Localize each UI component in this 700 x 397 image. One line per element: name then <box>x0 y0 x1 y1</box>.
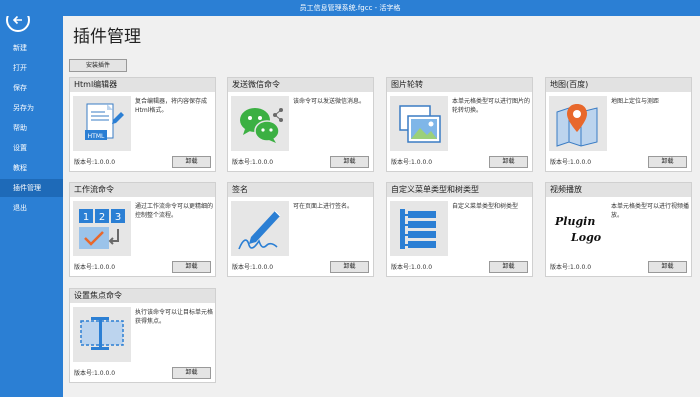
sidebar-item-exit[interactable]: 退出 <box>0 199 63 217</box>
plugin-version: 版本号:1.0.0.0 <box>74 370 116 377</box>
plugin-description: 可在页面上进行签名。 <box>293 203 354 210</box>
plugin-card-signature: 签名 可在页面上进行签名。 版本号:1.0.0.0 卸载 <box>227 182 374 277</box>
sidebar-item-tutorial[interactable]: 教程 <box>0 159 63 177</box>
wechat-icon <box>240 107 283 143</box>
sidebar-item-save[interactable]: 保存 <box>0 79 63 97</box>
plugin-version: 版本号:1.0.0.0 <box>550 264 592 271</box>
plugin-card-map: 地图(百度) 地图上定位与测距 版本号:1.0.0.0 卸载 <box>545 77 692 172</box>
plugin-card-menu-tree: 自定义菜单类型和树类型 自定义菜单类型和树类型 版本号:1.0.0.0 卸载 <box>386 182 533 277</box>
plugin-name: 签名 <box>228 183 373 197</box>
sidebar-item-save-as[interactable]: 另存为 <box>0 99 63 117</box>
plugin-image <box>390 201 448 256</box>
plugin-image <box>231 201 289 256</box>
window-title: 员工信息管理系统.fgcc - 活字格 <box>0 0 700 16</box>
plugin-description: 本单元格类型可以进行视频播放。 <box>611 203 690 219</box>
uninstall-button[interactable]: 卸载 <box>330 156 369 168</box>
plugin-description: 本单元格类型可以进行图片的轮转切换。 <box>452 98 531 114</box>
sidebar-item-help[interactable]: 帮助 <box>0 119 63 137</box>
uninstall-button[interactable]: 卸载 <box>172 367 211 379</box>
uninstall-button[interactable]: 卸载 <box>172 261 211 273</box>
plugin-image <box>549 96 607 151</box>
sidebar-item-settings[interactable]: 设置 <box>0 139 63 157</box>
menu-tree-icon <box>400 208 436 249</box>
plugin-name: 自定义菜单类型和树类型 <box>387 183 532 197</box>
plugin-card-focus: 设置焦点命令 执行该命令可以让目标单元格获得焦点。 版本号:1.0.0.0 卸载 <box>69 288 216 383</box>
sidebar-menu: 新建 打开 保存 另存为 帮助 设置 教程 插件管理 退出 <box>0 39 63 219</box>
plugin-image <box>231 96 289 151</box>
plugin-version: 版本号:1.0.0.0 <box>391 159 433 166</box>
svg-text:1: 1 <box>83 212 89 223</box>
workflow-icon: 1 2 3 <box>79 208 125 249</box>
plugin-version: 版本号:1.0.0.0 <box>74 159 116 166</box>
plugin-name: 图片轮转 <box>387 78 532 92</box>
uninstall-button[interactable]: 卸载 <box>330 261 369 273</box>
sidebar-item-open[interactable]: 打开 <box>0 59 63 77</box>
uninstall-button[interactable]: 卸载 <box>648 156 687 168</box>
plugin-description: 复合编辑器，将内容保存成Html格式。 <box>135 98 208 114</box>
logo-word-logo: Logo <box>570 231 601 244</box>
install-plugin-button[interactable]: 安装插件 <box>69 59 127 72</box>
plugin-card-html-editor: Html编辑器 HTML 复合编辑器，将内容保存成Html格式。 版本号:1.0… <box>69 77 216 172</box>
uninstall-button[interactable]: 卸载 <box>648 261 687 273</box>
plugin-logo-icon: Plugin Logo <box>554 215 601 244</box>
plugin-image: HTML <box>73 96 131 151</box>
sidebar: 新建 打开 保存 另存为 帮助 设置 教程 插件管理 退出 <box>0 0 63 397</box>
svg-text:2: 2 <box>99 212 105 223</box>
plugin-image <box>390 96 448 151</box>
main-content: 插件管理 安装插件 Html编辑器 HTML 复合编辑器，将内容保存成Html格… <box>63 16 700 397</box>
plugin-version: 版本号:1.0.0.0 <box>550 159 592 166</box>
plugin-card-wechat: 发送微信命令 该命令可以发送微信消息。 版本号:1.0.0.0 卸载 <box>227 77 374 172</box>
logo-word-plugin: Plugin <box>554 215 595 228</box>
plugin-image <box>73 307 131 362</box>
plugin-card-image-carousel: 图片轮转 本单元格类型可以进行图片的轮转切换。 版本号:1.0.0.0 卸载 <box>386 77 533 172</box>
uninstall-button[interactable]: 卸载 <box>489 156 528 168</box>
plugin-description: 自定义菜单类型和树类型 <box>452 203 519 210</box>
uninstall-button[interactable]: 卸载 <box>172 156 211 168</box>
plugin-description: 通过工作流命令可以更精细的控制整个流程。 <box>135 203 214 219</box>
plugin-name: 发送微信命令 <box>228 78 373 92</box>
plugin-name: Html编辑器 <box>70 78 215 92</box>
image-carousel-icon <box>399 104 441 143</box>
plugin-name: 设置焦点命令 <box>70 289 215 303</box>
plugin-image: 1 2 3 <box>73 201 131 256</box>
sidebar-item-new[interactable]: 新建 <box>0 39 63 57</box>
uninstall-button[interactable]: 卸载 <box>489 261 528 273</box>
plugin-version: 版本号:1.0.0.0 <box>74 264 116 271</box>
svg-text:HTML: HTML <box>88 133 105 140</box>
svg-text:3: 3 <box>115 212 121 223</box>
plugin-name: 工作流命令 <box>70 183 215 197</box>
html-editor-icon: HTML <box>85 103 124 140</box>
plugin-version: 版本号:1.0.0.0 <box>232 159 274 166</box>
plugin-name: 地图(百度) <box>546 78 691 92</box>
signature-icon <box>238 210 281 249</box>
plugin-card-video: 视频播放 Plugin Logo 本单元格类型可以进行视频播放。 版本号:1.0… <box>545 182 692 277</box>
plugin-description: 执行该命令可以让目标单元格获得焦点。 <box>135 309 214 325</box>
plugin-description: 该命令可以发送微信消息。 <box>293 98 366 105</box>
plugin-version: 版本号:1.0.0.0 <box>391 264 433 271</box>
focus-icon <box>80 316 124 350</box>
map-pin-icon <box>556 103 598 147</box>
plugin-version: 版本号:1.0.0.0 <box>232 264 274 271</box>
sidebar-item-plugins[interactable]: 插件管理 <box>0 179 63 197</box>
plugin-description: 地图上定位与测距 <box>611 98 660 105</box>
plugin-card-workflow: 工作流命令 1 2 3 通过工作流命令可以更精细的控制整个流程。 版本号:1.0… <box>69 182 216 277</box>
page-title: 插件管理 <box>73 27 141 47</box>
plugin-name: 视频播放 <box>546 183 691 197</box>
plugin-image: Plugin Logo <box>549 201 607 256</box>
